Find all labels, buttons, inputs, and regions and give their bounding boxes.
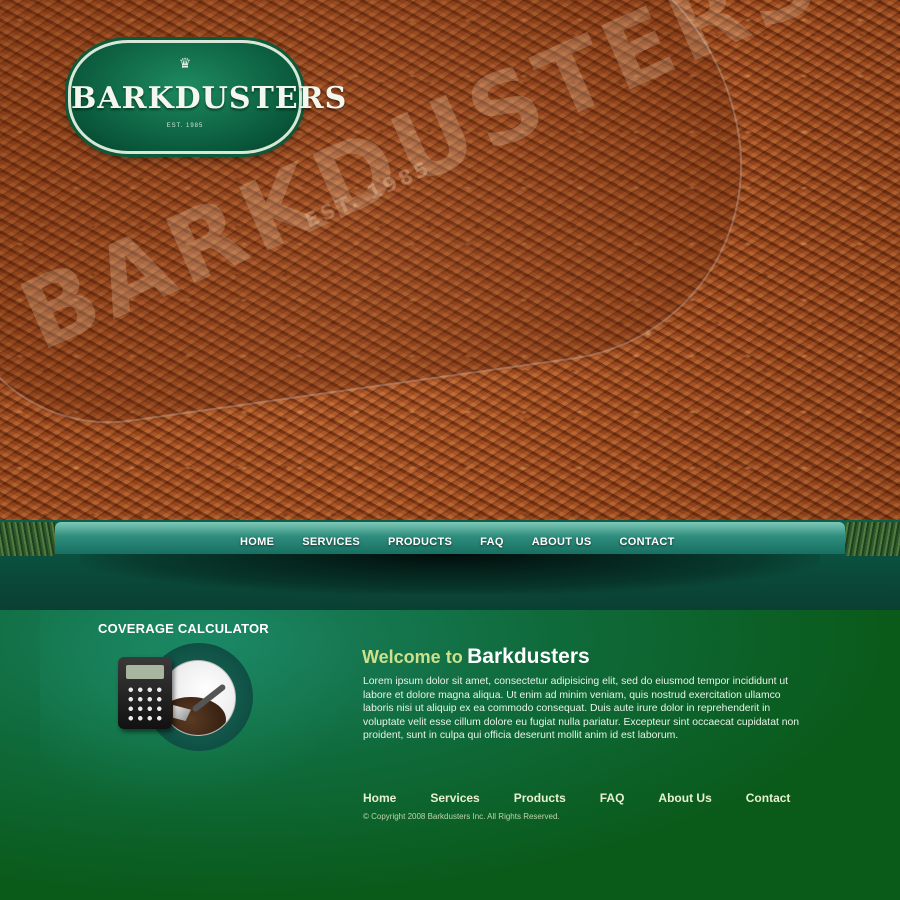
- logo-link[interactable]: ♛ BARKDUSTERS EST. 1985: [68, 40, 348, 154]
- calculator-keys: [126, 685, 164, 723]
- welcome-heading: Welcome to Barkdusters: [362, 645, 590, 669]
- logo-est: EST. 1985: [166, 123, 204, 129]
- footer-nav: Home Services Products FAQ About Us Cont…: [363, 791, 824, 805]
- nav-shadow: [80, 554, 820, 594]
- grass-right: [845, 522, 900, 556]
- nav-home[interactable]: HOME: [240, 536, 274, 548]
- nav-faq[interactable]: FAQ: [480, 536, 504, 548]
- nav-services[interactable]: SERVICES: [302, 536, 360, 548]
- crown-icon: ♛: [178, 55, 192, 71]
- logo-brand: BARKDUSTERS: [71, 81, 348, 116]
- footer-about-us[interactable]: About Us: [658, 791, 711, 805]
- grass-left: [0, 522, 55, 556]
- calculator-screen: [126, 665, 164, 679]
- footer-faq[interactable]: FAQ: [600, 791, 625, 805]
- welcome-brand: Barkdusters: [467, 645, 590, 668]
- welcome-body: Lorem ipsum dolor sit amet, consectetur …: [363, 676, 800, 742]
- footer-services[interactable]: Services: [430, 791, 479, 805]
- main-nav: HOME SERVICES PRODUCTS FAQ ABOUT US CONT…: [240, 536, 703, 548]
- footer-products[interactable]: Products: [514, 791, 566, 805]
- coverage-calculator-title[interactable]: COVERAGE CALCULATOR: [98, 621, 269, 636]
- nav-contact[interactable]: CONTACT: [620, 536, 675, 548]
- calculator-icon[interactable]: [118, 657, 172, 729]
- footer-contact[interactable]: Contact: [746, 791, 791, 805]
- copyright-text: © Copyright 2008 Barkdusters Inc. All Ri…: [363, 812, 560, 821]
- nav-about-us[interactable]: ABOUT US: [532, 536, 592, 548]
- footer-home[interactable]: Home: [363, 791, 396, 805]
- welcome-prefix: Welcome to: [362, 647, 463, 667]
- nav-products[interactable]: PRODUCTS: [388, 536, 452, 548]
